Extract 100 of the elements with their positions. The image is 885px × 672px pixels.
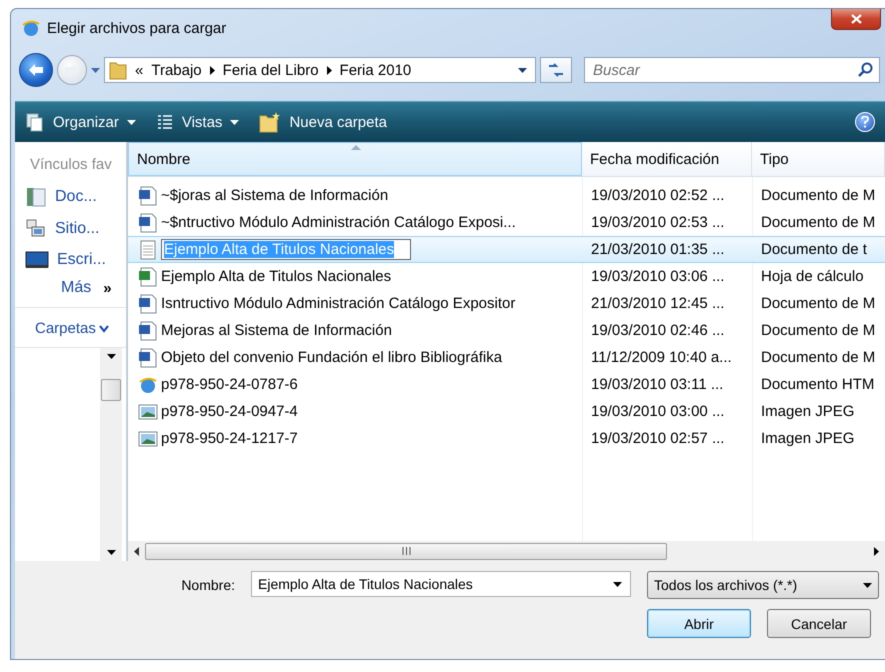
breadcrumb-item[interactable]: Feria del Libro [222,62,319,78]
date-cell-text: 21/03/2010 01:35 ... [590,241,726,258]
scrollbar-thumb[interactable] [101,378,121,400]
scroll-down-icon [106,550,116,555]
cancel-button[interactable]: Cancelar [767,609,871,638]
type-cell-text: Documento de t [760,241,868,258]
open-button[interactable]: Abrir [647,609,751,638]
favorite-link[interactable]: Doc... [15,181,126,213]
list-view-icon [156,113,174,131]
documents-icon [25,112,45,132]
new-folder-icon [259,111,282,133]
type-cell-text: Imagen JPEG [760,403,856,420]
refresh-arrows-icon [547,63,565,77]
caret-icon [91,68,100,72]
date-cell-text: 11/12/2009 10:40 a... [590,349,733,366]
file-name: p978-950-24-0947-4 [161,403,298,420]
favorite-link[interactable]: Escri... [15,245,126,275]
date-cell-text: 19/03/2010 02:46 ... [590,322,726,339]
caret-icon [613,582,622,586]
type-cell-text: Documento de M [760,187,876,204]
word-document-icon [138,212,158,232]
vertical-scrollbar[interactable] [100,348,122,561]
toolbar-button[interactable]: Nueva carpeta [259,111,387,133]
file-name: p978-950-24-1217-7 [161,430,298,447]
chevron-right-icon [874,546,879,556]
search-icon [857,62,873,78]
type-cell-text: Documento HTM [760,376,876,393]
date-cell-text: 19/03/2010 02:52 ... [590,187,726,204]
type-cell-text: Documento de M [760,295,876,312]
back-arrow-icon [28,63,44,77]
file-row[interactable]: Mejoras al Sistema de Información 19/03/2010 02:46 ... Documento de M [128,317,885,344]
word-document-icon [138,348,158,368]
word-document-icon [138,186,158,206]
word-document-icon [138,294,158,314]
file-name: Isntructivo Módulo Administración Catálogo Expositor [161,295,516,312]
question-mark-icon [861,116,869,128]
file-row[interactable]: p978-950-24-0787-6 19/03/2010 03:11 ... Documento HTM [128,371,885,398]
window-title: Elegir archivos para cargar [47,20,226,36]
spreadsheet-icon [138,266,158,286]
text-document-icon [138,240,158,260]
image-file-icon [138,402,158,422]
scrollbar-thumb[interactable] [145,542,667,560]
search-field[interactable]: Buscar [591,60,857,80]
file-row[interactable]: Ejemplo Alta de Titulos Nacionales 21/03/2010 01:35 ... Documento de t [128,236,885,263]
documents-icon [25,186,47,208]
more-link[interactable]: Más » [15,275,126,307]
file-name: Mejoras al Sistema de Información [161,322,392,339]
chevron-right-icon [210,66,215,74]
browser-icon [138,374,158,394]
file-name: ~$joras al Sistema de Información [161,187,388,204]
file-name-combobox[interactable]: Ejemplo Alta de Titulos Nacionales [251,571,631,597]
refresh-button[interactable] [540,57,572,83]
caret-icon [863,582,872,588]
type-cell-text: Hoja de cálculo [760,268,865,285]
file-row[interactable]: p978-950-24-0947-4 19/03/2010 03:00 ... Imagen JPEG [128,398,885,425]
sort-arrow-icon [351,145,361,150]
date-cell-text: 19/03/2010 03:00 ... [590,403,726,420]
desktop-icon [25,250,49,270]
file-name: Objeto del convenio Fundación el libro Bibliográfika [161,349,502,366]
file-name: ~$ntructivo Módulo Administración Catálogo Exposi... [161,214,516,231]
word-document-icon [138,320,158,340]
date-cell-text: 19/03/2010 02:53 ... [590,214,726,231]
file-name: Ejemplo Alta de Titulos Nacionales [161,268,392,285]
horizontal-scrollbar[interactable] [128,541,885,561]
file-row[interactable]: Objeto del convenio Fundación el libro Bibliográfika 11/12/2009 10:40 a... Documento de M [128,344,885,371]
chevron-down-icon [98,324,109,332]
file-name-label: Nombre: [181,577,235,593]
favorites-header: Vínculos fav [29,155,113,175]
breadcrumb-overflow[interactable]: « [135,62,144,78]
browser-icon [21,18,41,38]
date-cell-text: 19/03/2010 03:11 ... [590,376,724,393]
column-header[interactable]: Fecha modificación [582,142,752,176]
chevron-right-icon [326,66,332,74]
help-button[interactable] [855,112,875,132]
back-button[interactable] [19,53,53,87]
column-header[interactable]: Tipo [752,142,885,176]
favorite-link[interactable]: Sitio... [15,213,126,245]
close-button[interactable] [831,9,881,30]
scroll-left-icon [134,546,139,556]
toolbar-button[interactable]: Vistas [156,113,240,131]
toolbar-button[interactable]: Organizar [25,112,136,132]
file-type-dropdown[interactable]: Todos los archivos (*.*) [647,571,879,599]
address-bar[interactable]: « Trabajo Feria del Libro Feria 2010 [104,57,536,83]
file-row[interactable]: p978-950-24-1217-7 19/03/2010 02:57 ... Imagen JPEG [128,425,885,452]
image-file-icon [138,428,158,448]
breadcrumb-item[interactable]: Trabajo [151,62,202,78]
file-row[interactable]: ~$joras al Sistema de Información 19/03/2010 02:52 ... Documento de M [128,182,885,209]
type-cell-text: Documento de M [760,322,876,339]
column-header[interactable]: Nombre [128,142,582,176]
type-cell-text: Documento de M [760,214,876,231]
file-name: p978-950-24-0787-6 [161,376,298,393]
file-row[interactable]: Isntructivo Módulo Administración Catálogo Expositor 21/03/2010 12:45 ... Documento de M [128,290,885,317]
history-dropdown[interactable] [91,68,100,72]
folders-toggle[interactable]: Carpetas [15,307,126,348]
type-cell-text: Imagen JPEG [760,430,856,447]
file-row[interactable]: ~$ntructivo Módulo Administración Catálogo Exposi... 19/03/2010 02:53 ... Documento de M [128,209,885,236]
grip-icon [402,547,410,555]
breadcrumb-item[interactable]: Feria 2010 [340,62,412,78]
search-box[interactable]: Buscar [584,57,880,83]
file-row[interactable]: Ejemplo Alta de Titulos Nacionales 19/03/2010 03:06 ... Hoja de cálculo [128,263,885,290]
